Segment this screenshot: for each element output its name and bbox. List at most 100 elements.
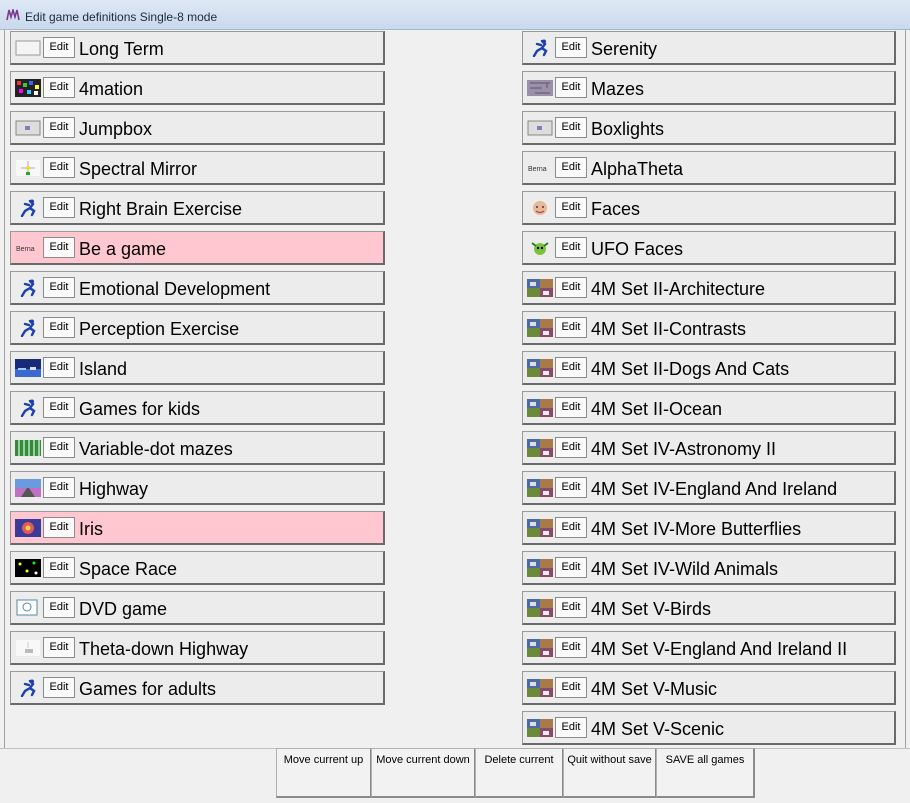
game-row[interactable]: Edit Faces xyxy=(522,191,896,225)
edit-button[interactable]: Edit xyxy=(555,397,587,418)
edit-button[interactable]: Edit xyxy=(555,517,587,538)
photo-collage-icon xyxy=(527,559,553,577)
game-row[interactable]: Edit 4M Set II-Contrasts xyxy=(522,311,896,345)
edit-button[interactable]: Edit xyxy=(555,597,587,618)
app-icon xyxy=(6,9,20,21)
edit-button[interactable]: Edit xyxy=(555,277,587,298)
move-current-down-button[interactable]: Move current down xyxy=(371,748,476,798)
edit-button[interactable]: Edit xyxy=(555,677,587,698)
delete-current-button[interactable]: Delete current xyxy=(475,748,564,798)
edit-button[interactable]: Edit xyxy=(43,397,75,418)
game-row[interactable]: Edit 4M Set II-Dogs And Cats xyxy=(522,351,896,385)
game-row[interactable]: Edit Serenity xyxy=(522,31,896,65)
edit-button[interactable]: Edit xyxy=(555,317,587,338)
game-row[interactable]: Edit Games for adults xyxy=(10,671,385,705)
small-box-icon xyxy=(527,120,553,136)
photo-collage-icon xyxy=(527,319,553,337)
game-row[interactable]: Edit Variable-dot mazes xyxy=(10,431,385,465)
game-name: Perception Exercise xyxy=(79,319,240,339)
edit-button[interactable]: Edit xyxy=(43,317,75,338)
edit-button[interactable]: Edit xyxy=(43,517,75,538)
game-row[interactable]: Edit DVD game xyxy=(10,591,385,625)
edit-button[interactable]: Edit xyxy=(555,37,587,58)
game-row[interactable]: Edit Highway xyxy=(10,471,385,505)
edit-button[interactable]: Edit xyxy=(43,677,75,698)
game-row[interactable]: Edit UFO Faces xyxy=(522,231,896,265)
game-list-panel: Edit Long Term Edit 4mation Edit Jumpbox Edit S… xyxy=(4,30,906,748)
game-row[interactable]: Edit Emotional Development xyxy=(10,271,385,305)
photo-collage-icon xyxy=(527,679,553,697)
text-logo-icon: Berna xyxy=(16,246,35,253)
edit-button[interactable]: Edit xyxy=(555,637,587,658)
edit-button[interactable]: Edit xyxy=(555,357,587,378)
game-row[interactable]: Edit 4M Set II-Ocean xyxy=(522,391,896,425)
quit-without-save-button[interactable]: Quit without save xyxy=(563,748,657,798)
edit-button[interactable]: Edit xyxy=(43,357,75,378)
game-row[interactable]: Edit Theta-down Highway xyxy=(10,631,385,665)
game-name: Space Race xyxy=(79,559,178,579)
game-row[interactable]: Edit 4M Set IV-England And Ireland xyxy=(522,471,896,505)
game-row[interactable]: Edit Space Race xyxy=(10,551,385,585)
edit-button[interactable]: Edit xyxy=(555,477,587,498)
game-row[interactable]: Edit 4M Set V-Scenic xyxy=(522,711,896,745)
edit-button[interactable]: Edit xyxy=(555,557,587,578)
edit-button[interactable]: Edit xyxy=(43,197,75,218)
edit-button[interactable]: Edit xyxy=(43,237,75,258)
edit-button[interactable]: Edit xyxy=(43,597,75,618)
game-row[interactable]: Edit Games for kids xyxy=(10,391,385,425)
edit-button[interactable]: Edit xyxy=(555,437,587,458)
edit-button[interactable]: Edit xyxy=(43,37,75,58)
photo-collage-icon xyxy=(527,399,553,417)
edit-button[interactable]: Edit xyxy=(43,77,75,98)
blue-runner-icon xyxy=(20,679,36,697)
edit-button[interactable]: Edit xyxy=(43,557,75,578)
game-row[interactable]: Edit 4M Set V-Music xyxy=(522,671,896,705)
game-row[interactable]: Edit 4M Set IV-More Butterflies xyxy=(522,511,896,545)
edit-button[interactable]: Edit xyxy=(43,277,75,298)
edit-button[interactable]: Edit xyxy=(555,237,587,258)
edit-button[interactable]: Edit xyxy=(555,717,587,738)
blank-screen-icon xyxy=(15,40,41,56)
game-row[interactable]: Berna Edit AlphaTheta xyxy=(522,151,896,185)
game-row[interactable]: Edit 4M Set V-Birds xyxy=(522,591,896,625)
photo-collage-icon xyxy=(527,279,553,297)
game-row[interactable]: Edit Spectral Mirror xyxy=(10,151,385,185)
water-scene-icon xyxy=(15,359,41,377)
save-all-games-button[interactable]: SAVE all games xyxy=(656,748,755,798)
edit-button[interactable]: Edit xyxy=(43,157,75,178)
game-row[interactable]: Edit Long Term xyxy=(10,31,385,65)
edit-button[interactable]: Edit xyxy=(555,117,587,138)
game-row[interactable]: Edit 4M Set II-Architecture xyxy=(522,271,896,305)
game-row[interactable]: Edit Island xyxy=(10,351,385,385)
flower-icon xyxy=(15,519,41,537)
game-row[interactable]: Edit Perception Exercise xyxy=(10,311,385,345)
dvd-logo-icon xyxy=(16,599,38,616)
edit-button[interactable]: Edit xyxy=(43,477,75,498)
game-row[interactable]: Edit 4M Set V-England And Ireland II xyxy=(522,631,896,665)
edit-button[interactable]: Edit xyxy=(555,77,587,98)
edit-button[interactable]: Edit xyxy=(43,637,75,658)
game-row[interactable]: Edit 4mation xyxy=(10,71,385,105)
game-row[interactable]: Edit 4M Set IV-Astronomy II xyxy=(522,431,896,465)
move-current-up-button[interactable]: Move current up xyxy=(276,748,372,798)
edit-button[interactable]: Edit xyxy=(43,117,75,138)
game-name: Be a game xyxy=(79,239,167,259)
game-row[interactable]: Edit Jumpbox xyxy=(10,111,385,145)
blue-runner-icon xyxy=(20,399,36,417)
game-name: Jumpbox xyxy=(79,119,153,139)
game-row[interactable]: Edit Right Brain Exercise xyxy=(10,191,385,225)
game-row[interactable]: Edit Mazes xyxy=(522,71,896,105)
game-name: 4M Set IV-More Butterflies xyxy=(591,519,802,539)
game-row[interactable]: Edit 4M Set IV-Wild Animals xyxy=(522,551,896,585)
edit-button[interactable]: Edit xyxy=(555,197,587,218)
blue-runner-icon xyxy=(20,319,36,337)
game-row[interactable]: Edit Boxlights xyxy=(522,111,896,145)
pixel-mosaic-icon xyxy=(15,79,41,97)
photo-collage-icon xyxy=(527,719,553,737)
edit-button[interactable]: Edit xyxy=(555,157,587,178)
game-name: Iris xyxy=(79,519,103,539)
edit-button[interactable]: Edit xyxy=(43,437,75,458)
text-logo-icon: Berna xyxy=(528,166,547,173)
game-row[interactable]: Edit Iris xyxy=(10,511,385,545)
game-row[interactable]: Berna Edit Be a game xyxy=(10,231,385,265)
